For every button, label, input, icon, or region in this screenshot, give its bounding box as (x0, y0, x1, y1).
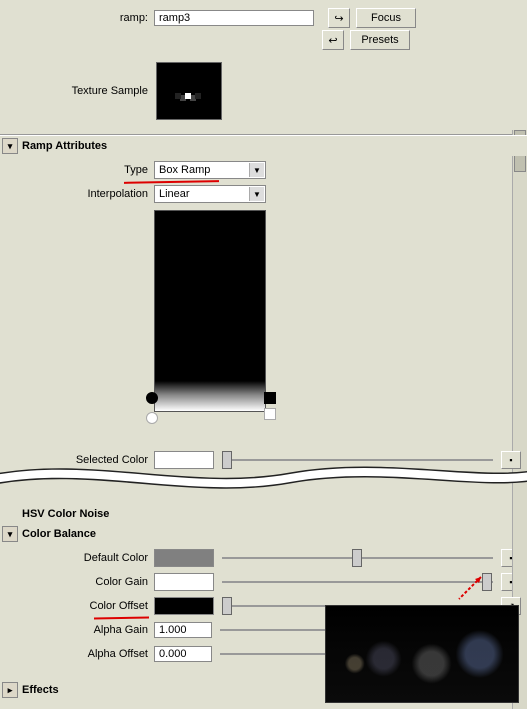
default-color-label: Default Color (6, 552, 154, 564)
color-gain-label: Color Gain (6, 576, 154, 588)
go-into-icon[interactable]: ↪ (328, 8, 350, 28)
annotation-mark (124, 177, 219, 184)
texture-sample-swatch[interactable] (156, 62, 222, 120)
color-offset-swatch[interactable] (154, 597, 214, 615)
section-color-balance[interactable]: ▾ Color Balance (0, 524, 527, 544)
alpha-offset-label: Alpha Offset (6, 648, 154, 660)
collapse-toggle-icon[interactable]: ▾ (2, 526, 18, 542)
type-select[interactable] (154, 161, 266, 179)
presets-button[interactable]: Presets (350, 30, 410, 50)
interpolation-select[interactable] (154, 185, 266, 203)
color-offset-label: Color Offset (6, 600, 154, 612)
alpha-gain-input[interactable] (154, 622, 212, 638)
ramp-handle-icon[interactable] (146, 412, 158, 424)
ramp-color-stop[interactable] (264, 392, 276, 404)
texture-sample-label: Texture Sample (6, 85, 156, 97)
environment-preview (325, 605, 519, 703)
alpha-gain-label: Alpha Gain (6, 624, 154, 636)
go-out-icon[interactable]: ↩ (322, 30, 344, 50)
ramp-color-stop[interactable] (264, 408, 276, 420)
type-label: Type (6, 164, 154, 176)
default-color-swatch[interactable] (154, 549, 214, 567)
section-ramp-attributes[interactable]: ▾ Ramp Attributes (0, 136, 527, 156)
torn-page-divider (0, 456, 527, 492)
section-hsv-color-noise[interactable]: ▾ HSV Color Noise (0, 504, 527, 524)
section-title: Color Balance (22, 528, 96, 540)
ramp-preview[interactable] (154, 210, 266, 412)
section-title: Effects (22, 684, 59, 696)
alpha-offset-input[interactable] (154, 646, 212, 662)
default-color-slider[interactable] (222, 557, 493, 559)
focus-button[interactable]: Focus (356, 8, 416, 28)
annotation-mark (94, 614, 149, 620)
collapse-toggle-icon[interactable]: ▸ (2, 682, 18, 698)
section-title: HSV Color Noise (22, 508, 109, 520)
ramp-label: ramp: (6, 12, 154, 24)
ramp-handle-selected-icon[interactable] (146, 392, 158, 404)
color-gain-slider[interactable] (222, 581, 493, 583)
color-gain-swatch[interactable] (154, 573, 214, 591)
interpolation-label: Interpolation (6, 188, 154, 200)
collapse-toggle-icon[interactable]: ▾ (2, 138, 18, 154)
section-title: Ramp Attributes (22, 140, 107, 152)
ramp-name-input[interactable] (154, 10, 314, 26)
